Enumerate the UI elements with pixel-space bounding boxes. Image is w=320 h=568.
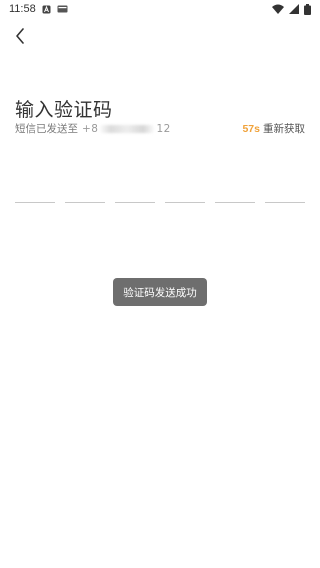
sent-info-row: 短信已发送至 +8 12 57s 重新获取 <box>15 121 305 136</box>
status-bar: 11:58 <box>0 0 320 18</box>
battery-icon <box>304 3 311 15</box>
status-left: 11:58 <box>9 3 68 15</box>
phone-start: +8 <box>82 122 99 135</box>
card-icon <box>57 5 68 13</box>
wifi-icon <box>272 4 284 14</box>
chevron-left-icon <box>15 28 25 48</box>
resend-code-button[interactable]: 重新获取 <box>263 121 305 136</box>
toast-message: 验证码发送成功 <box>113 278 207 306</box>
page-title: 输入验证码 <box>15 99 113 121</box>
code-digit-input-1[interactable] <box>15 178 55 203</box>
code-digit-input-4[interactable] <box>165 178 205 203</box>
code-digit-input-6[interactable] <box>265 178 305 203</box>
code-input-row <box>15 178 305 203</box>
status-right <box>272 3 311 15</box>
masked-phone-number: +8 12 <box>82 123 171 135</box>
back-button[interactable] <box>10 28 30 48</box>
resend-group: 57s 重新获取 <box>242 121 305 136</box>
phone-blur-mask <box>100 124 155 133</box>
code-digit-input-5[interactable] <box>215 178 255 203</box>
signal-icon <box>289 4 299 14</box>
countdown-timer: 57s <box>242 122 260 135</box>
notification-a-icon <box>42 5 51 14</box>
code-digit-input-3[interactable] <box>115 178 155 203</box>
sent-prefix-label: 短信已发送至 <box>15 123 78 135</box>
status-time: 11:58 <box>9 3 36 15</box>
code-digit-input-2[interactable] <box>65 178 105 203</box>
verification-code-screen: 11:58 输入验证码 短信已发送至 +8 12 57s 重新获取 验证码发送成… <box>0 0 320 568</box>
phone-end: 12 <box>156 122 171 135</box>
